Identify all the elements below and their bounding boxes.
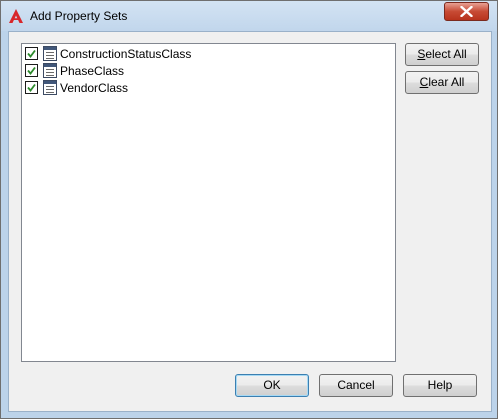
- window-title: Add Property Sets: [30, 9, 128, 23]
- clear-all-button[interactable]: Clear All: [405, 71, 479, 94]
- item-label: PhaseClass: [60, 64, 125, 78]
- property-set-icon: [43, 80, 57, 95]
- ok-button[interactable]: OK: [235, 374, 309, 397]
- checkmark-icon: [27, 83, 36, 92]
- list-item[interactable]: VendorClass: [25, 79, 225, 96]
- checkbox[interactable]: [25, 47, 38, 60]
- dialog-window: Add Property Sets ConstructionStatusClas…: [0, 0, 498, 419]
- property-sets-list[interactable]: ConstructionStatusClass PhaseClass Vendo…: [21, 43, 396, 362]
- property-set-icon: [43, 63, 57, 78]
- item-label: ConstructionStatusClass: [60, 47, 192, 61]
- checkbox[interactable]: [25, 81, 38, 94]
- select-all-label: elect All: [425, 47, 467, 61]
- close-x-icon: [460, 6, 473, 17]
- help-button[interactable]: Help: [403, 374, 477, 397]
- autocad-logo-icon: [8, 8, 24, 24]
- checkmark-icon: [27, 49, 36, 58]
- item-label: VendorClass: [60, 81, 129, 95]
- title-bar[interactable]: Add Property Sets: [1, 1, 497, 31]
- property-set-icon: [43, 46, 57, 61]
- checkbox[interactable]: [25, 64, 38, 77]
- checkmark-icon: [27, 66, 36, 75]
- clear-all-accel-key: C: [419, 75, 429, 89]
- dialog-client-area: ConstructionStatusClass PhaseClass Vendo…: [8, 31, 492, 412]
- cancel-button[interactable]: Cancel: [319, 374, 393, 397]
- select-all-button[interactable]: Select All: [405, 43, 479, 66]
- close-button[interactable]: [444, 2, 489, 21]
- list-item[interactable]: PhaseClass: [25, 62, 225, 79]
- clear-all-label: lear All: [428, 75, 465, 89]
- list-item[interactable]: ConstructionStatusClass: [25, 45, 225, 62]
